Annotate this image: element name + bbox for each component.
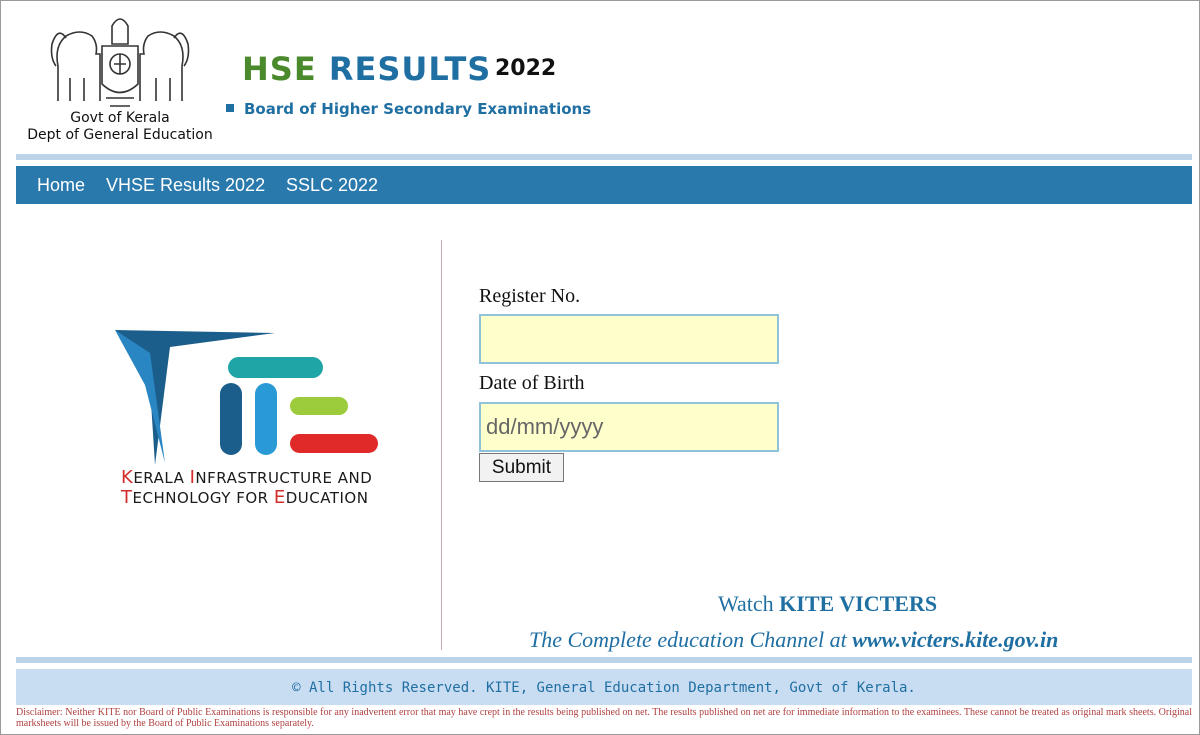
kite-caption-line1: KERALA INFRASTRUCTURE AND (121, 468, 372, 488)
title-results: RESULTS (328, 50, 492, 88)
disclaimer-text: Disclaimer: Neither KITE nor Board of Pu… (16, 707, 1192, 729)
title-year: 2022 (495, 56, 557, 81)
page-title: HSE RESULTS (242, 50, 491, 88)
board-subtitle: Board of Higher Secondary Examinations (226, 100, 591, 118)
govt-line2: Dept of General Education (27, 127, 213, 143)
nav-bar: Home VHSE Results 2022 SSLC 2022 (16, 166, 1192, 204)
nav-item-sslc[interactable]: SSLC 2022 (286, 175, 378, 196)
victers-url-link[interactable]: www.victers.kite.gov.in (852, 627, 1058, 652)
kite-caption-line2: TECHNOLOGY FOR EDUCATION (121, 488, 372, 508)
channel-prefix: The Complete education Channel at (529, 627, 853, 652)
cap-t: T (121, 487, 133, 508)
header-divider (16, 154, 1192, 160)
caption-word-erala: ERALA (133, 469, 190, 487)
vertical-divider (441, 240, 442, 650)
watch-prefix: Watch (718, 591, 780, 616)
nav-item-home[interactable]: Home (37, 175, 85, 196)
dob-label: Date of Birth (479, 372, 585, 394)
date-of-birth-input[interactable] (479, 402, 779, 452)
caption-word-ducation: DUCATION (285, 489, 369, 507)
cap-k: K (121, 467, 134, 488)
nav-item-vhse-results[interactable]: VHSE Results 2022 (106, 175, 265, 196)
caption-word-nfrastructure: NFRASTRUCTURE AND (195, 469, 373, 487)
kite-logo-icon (115, 330, 378, 465)
cap-e: E (273, 487, 286, 508)
govt-label: Govt of Kerala Dept of General Education (20, 110, 220, 144)
footer-divider (16, 657, 1192, 663)
board-subtitle-text: Board of Higher Secondary Examinations (244, 100, 592, 118)
title-hse: HSE (242, 50, 317, 88)
govt-line1: Govt of Kerala (70, 110, 170, 126)
register-label: Register No. (479, 285, 581, 307)
square-bullet-icon (226, 104, 234, 112)
kerala-emblem-icon (50, 18, 190, 107)
channel-promo: The Complete education Channel at www.vi… (529, 627, 1058, 653)
kite-caption: KERALA INFRASTRUCTURE AND TECHNOLOGY FOR… (121, 468, 372, 508)
victers-brand: KITE VICTERS (779, 591, 938, 616)
watch-victers: Watch KITE VICTERS (718, 591, 937, 617)
copyright-footer: © All Rights Reserved. KITE, General Edu… (16, 669, 1192, 705)
caption-word-echnology: ECHNOLOGY FOR (132, 489, 274, 507)
submit-button[interactable]: Submit (479, 453, 564, 482)
register-number-input[interactable] (479, 314, 779, 364)
